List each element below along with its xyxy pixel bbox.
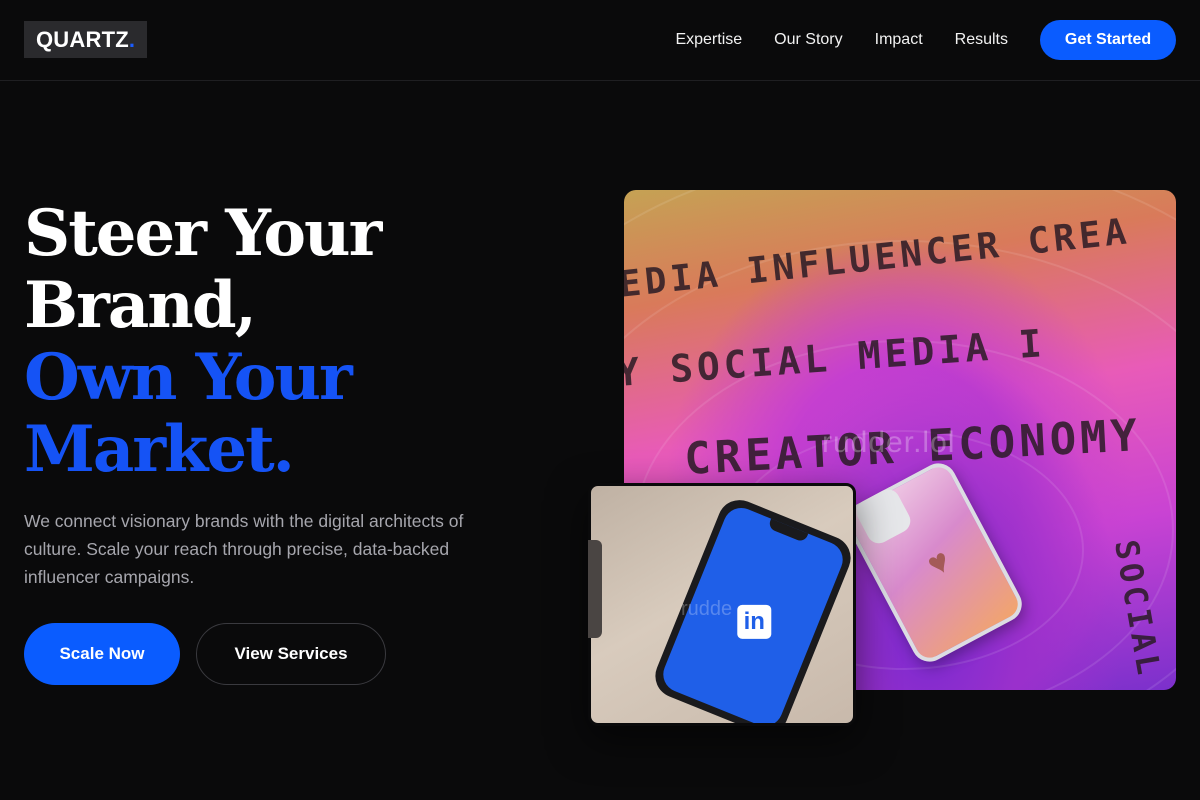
headline-line-3: Own Your xyxy=(24,340,353,415)
image-edge-decoration xyxy=(588,540,602,638)
headline-line-2: Brand, xyxy=(24,268,257,343)
headline-line-1: Steer Your xyxy=(24,196,382,271)
scale-now-button[interactable]: Scale Now xyxy=(24,623,180,685)
logo[interactable]: QUARTZ. xyxy=(24,21,148,58)
hero-overlap-image: in rudde xyxy=(588,483,856,726)
view-services-button[interactable]: View Services xyxy=(196,623,386,685)
image-watermark: rudder.lol xyxy=(822,426,956,459)
get-started-button[interactable]: Get Started xyxy=(1040,20,1176,60)
nav-link-impact[interactable]: Impact xyxy=(875,31,923,49)
linkedin-phone: in xyxy=(648,493,853,723)
hero-subtitle: We connect visionary brands with the dig… xyxy=(24,511,464,587)
hero-headline: Steer Your Brand, Own Your Market. xyxy=(24,196,382,487)
nav-link-expertise[interactable]: Expertise xyxy=(675,31,742,49)
heart-icon: ♥ xyxy=(920,541,957,585)
nav-links: Expertise Our Story Impact Results xyxy=(675,0,1008,80)
headline-line-4: Market. xyxy=(24,412,295,487)
logo-dot: . xyxy=(128,26,136,52)
logo-text: QUARTZ xyxy=(36,26,129,52)
top-nav: QUARTZ. Expertise Our Story Impact Resul… xyxy=(0,0,1200,81)
overlap-watermark: rudde xyxy=(681,598,733,620)
nav-link-our-story[interactable]: Our Story xyxy=(774,31,842,49)
nav-link-results[interactable]: Results xyxy=(955,31,1008,49)
linkedin-icon: in xyxy=(737,604,772,639)
